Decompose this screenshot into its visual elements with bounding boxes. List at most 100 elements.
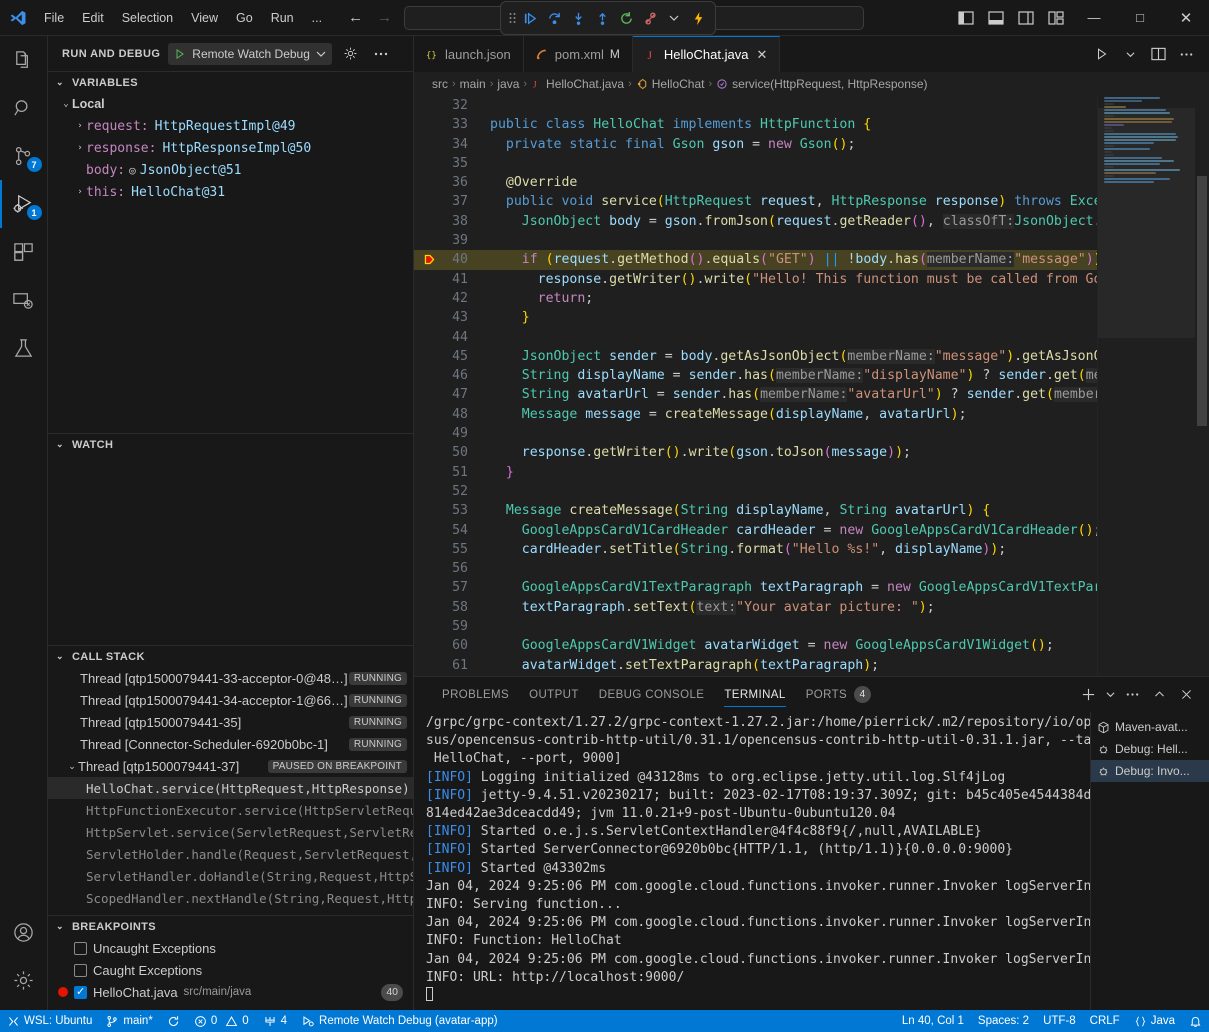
scrollbar-thumb[interactable] bbox=[1197, 176, 1207, 426]
menu-view[interactable]: View bbox=[183, 8, 226, 28]
status-remote-host[interactable]: WSL: Ubuntu bbox=[0, 1010, 99, 1032]
panel-tab-problems[interactable]: PROBLEMS bbox=[432, 677, 519, 712]
code-content[interactable]: 3233public class HelloChat implements Ht… bbox=[414, 96, 1097, 676]
callstack-frame[interactable]: ServletHandler.doHandle(String,Request,H… bbox=[48, 865, 413, 887]
chevron-right-icon[interactable]: › bbox=[74, 143, 86, 153]
menu-run[interactable]: Run bbox=[263, 8, 302, 28]
split-editor-button[interactable] bbox=[1145, 39, 1171, 69]
status-language-mode[interactable]: Java bbox=[1127, 1010, 1182, 1032]
variable-row[interactable]: › this: HelloChat@31 bbox=[48, 181, 413, 203]
callstack-header[interactable]: ⌄ CALL STACK bbox=[48, 645, 413, 667]
editor-more-actions-button[interactable] bbox=[1173, 39, 1199, 69]
activity-search[interactable] bbox=[0, 84, 48, 132]
breakpoint-uncaught-exceptions[interactable]: Uncaught Exceptions bbox=[48, 937, 413, 959]
variable-row[interactable]: › request: HttpRequestImpl@49 bbox=[48, 115, 413, 137]
callstack-thread[interactable]: Thread [qtp1500079441-35] RUNNING bbox=[48, 711, 413, 733]
minimap[interactable] bbox=[1097, 96, 1195, 676]
panel-tab-output[interactable]: OUTPUT bbox=[519, 677, 589, 712]
step-out-icon[interactable] bbox=[592, 6, 614, 30]
customize-layout-icon[interactable] bbox=[1041, 0, 1071, 36]
editor-scrollbar[interactable] bbox=[1195, 96, 1209, 676]
callstack-frame[interactable]: HelloChat.service(HttpRequest,HttpRespon… bbox=[48, 777, 413, 799]
breadcrumb-java[interactable]: java bbox=[497, 77, 519, 91]
callstack-frame[interactable]: ServletHolder.handle(Request,ServletRequ… bbox=[48, 843, 413, 865]
close-button[interactable]: ✕ bbox=[1163, 0, 1209, 36]
callstack-frame[interactable]: HttpFunctionExecutor.service(HttpServlet… bbox=[48, 799, 413, 821]
activity-remote-explorer[interactable] bbox=[0, 276, 48, 324]
checkbox[interactable] bbox=[74, 986, 87, 999]
panel-tab-debug-console[interactable]: DEBUG CONSOLE bbox=[589, 677, 715, 712]
menu-go[interactable]: Go bbox=[228, 8, 261, 28]
tab-hellochat-java[interactable]: J HelloChat.java ✕ bbox=[633, 36, 780, 72]
checkbox[interactable] bbox=[74, 942, 87, 955]
breadcrumb-main[interactable]: main bbox=[460, 77, 486, 91]
panel-tab-terminal[interactable]: TERMINAL bbox=[714, 677, 795, 712]
menu-selection[interactable]: Selection bbox=[114, 8, 181, 28]
breadcrumb-file[interactable]: J HelloChat.java bbox=[531, 77, 624, 91]
toggle-primary-sidebar-icon[interactable] bbox=[951, 0, 981, 36]
drag-handle-icon[interactable] bbox=[507, 11, 518, 25]
new-terminal-button[interactable] bbox=[1075, 682, 1101, 708]
chevron-right-icon[interactable]: › bbox=[74, 187, 86, 197]
maximize-button[interactable]: □ bbox=[1117, 0, 1163, 36]
open-launch-json-button[interactable] bbox=[340, 43, 362, 65]
step-into-icon[interactable] bbox=[568, 6, 590, 30]
status-ports[interactable]: 4 bbox=[256, 1010, 294, 1032]
activity-extensions[interactable] bbox=[0, 228, 48, 276]
new-terminal-chevron-button[interactable] bbox=[1102, 682, 1118, 708]
disconnect-icon[interactable] bbox=[639, 6, 661, 30]
breakpoints-header[interactable]: ⌄ BREAKPOINTS bbox=[48, 915, 413, 937]
breakpoint-caught-exceptions[interactable]: Caught Exceptions bbox=[48, 959, 413, 981]
activity-settings[interactable] bbox=[0, 956, 48, 1004]
step-over-icon[interactable] bbox=[544, 6, 566, 30]
callstack-thread-paused[interactable]: ⌄ Thread [qtp1500079441-37] PAUSED ON BR… bbox=[48, 755, 413, 777]
terminal-list-item-selected[interactable]: Debug: Invo... bbox=[1091, 760, 1209, 782]
tab-pom-xml[interactable]: pom.xml M bbox=[524, 36, 633, 72]
toggle-secondary-sidebar-icon[interactable] bbox=[1011, 0, 1041, 36]
callstack-frame[interactable]: ScopedHandler.nextHandle(String,Request,… bbox=[48, 887, 413, 909]
hot-reload-icon[interactable] bbox=[687, 6, 709, 30]
checkbox[interactable] bbox=[74, 964, 87, 977]
activity-explorer[interactable] bbox=[0, 36, 48, 84]
breadcrumb-method[interactable]: service(HttpRequest, HttpResponse) bbox=[716, 77, 927, 91]
close-panel-button[interactable] bbox=[1173, 682, 1199, 708]
variable-row[interactable]: body: ◎ JsonObject@51 bbox=[48, 159, 413, 181]
go-back-icon[interactable]: ← bbox=[348, 10, 363, 25]
chevron-right-icon[interactable]: › bbox=[74, 121, 86, 131]
callstack-frame[interactable]: HttpServlet.service(ServletRequest,Servl… bbox=[48, 821, 413, 843]
status-sync[interactable] bbox=[160, 1010, 187, 1032]
go-forward-icon[interactable]: → bbox=[377, 10, 392, 25]
run-chevron-button[interactable] bbox=[1117, 39, 1143, 69]
status-indentation[interactable]: Spaces: 2 bbox=[971, 1010, 1036, 1032]
activity-run-and-debug[interactable]: 1 bbox=[0, 180, 48, 228]
chevron-down-icon[interactable] bbox=[663, 6, 685, 30]
tab-launch-json[interactable]: {} launch.json bbox=[414, 36, 524, 72]
watch-header[interactable]: ⌄ WATCH bbox=[48, 433, 413, 455]
status-branch[interactable]: main* bbox=[99, 1010, 159, 1032]
maximize-panel-button[interactable] bbox=[1146, 682, 1172, 708]
eye-icon[interactable]: ◎ bbox=[129, 164, 136, 177]
callstack-thread[interactable]: Thread [qtp1500079441-34-acceptor-1@66…]… bbox=[48, 689, 413, 711]
callstack-thread[interactable]: Thread [Connector-Scheduler-6920b0bc-1] … bbox=[48, 733, 413, 755]
toggle-panel-icon[interactable] bbox=[981, 0, 1011, 36]
launch-configuration-select[interactable]: Remote Watch Debug bbox=[168, 43, 332, 65]
sidebar-more-actions-button[interactable] bbox=[370, 43, 392, 65]
callstack-thread[interactable]: Thread [qtp1500079441-33-acceptor-0@48…]… bbox=[48, 667, 413, 689]
activity-source-control[interactable]: 7 bbox=[0, 132, 48, 180]
status-notifications[interactable] bbox=[1182, 1010, 1209, 1032]
status-eol[interactable]: CRLF bbox=[1083, 1010, 1127, 1032]
panel-more-actions-button[interactable] bbox=[1119, 682, 1145, 708]
status-problems[interactable]: 0 0 bbox=[187, 1010, 256, 1032]
variables-header[interactable]: ⌄ VARIABLES bbox=[48, 71, 413, 93]
minimize-button[interactable]: — bbox=[1071, 0, 1117, 36]
panel-tab-ports[interactable]: PORTS 4 bbox=[796, 677, 881, 712]
terminal-output[interactable]: /grpc/grpc-context/1.27.2/grpc-context-1… bbox=[414, 712, 1090, 1010]
terminal-list-item[interactable]: Debug: Hell... bbox=[1091, 738, 1209, 760]
run-button[interactable] bbox=[1089, 39, 1115, 69]
activity-accounts[interactable] bbox=[0, 908, 48, 956]
breakpoint-file[interactable]: HelloChat.java src/main/java 40 bbox=[48, 981, 413, 1003]
menu-more[interactable]: ... bbox=[304, 8, 330, 28]
code-editor[interactable]: 3233public class HelloChat implements Ht… bbox=[414, 96, 1209, 676]
close-icon[interactable]: ✕ bbox=[756, 47, 767, 63]
status-cursor-position[interactable]: Ln 40, Col 1 bbox=[895, 1010, 971, 1032]
